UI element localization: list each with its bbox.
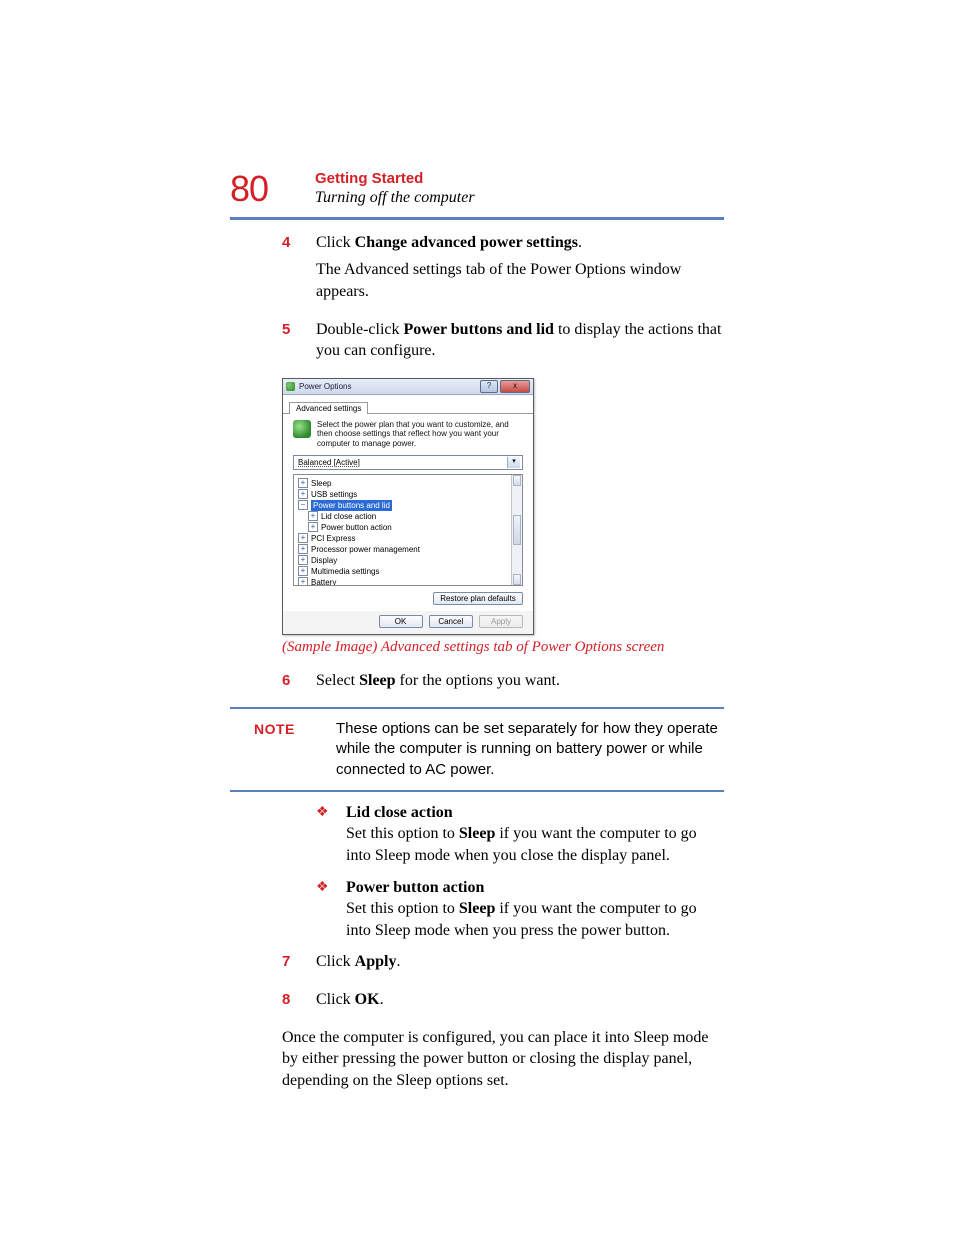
text: for the options you want. bbox=[396, 672, 560, 689]
tab-advanced-settings[interactable]: Advanced settings bbox=[289, 402, 368, 414]
text-bold: Apply bbox=[355, 953, 397, 970]
bullet-title: Power button action bbox=[346, 879, 484, 896]
tree-item[interactable]: Power button action bbox=[321, 522, 392, 533]
close-button[interactable]: x bbox=[500, 380, 530, 393]
step-6: 6 Select Sleep for the options you want. bbox=[282, 670, 724, 698]
step-8: 8 Click OK. bbox=[282, 989, 724, 1017]
battery-icon bbox=[293, 420, 311, 438]
tree-item[interactable]: Processor power management bbox=[311, 544, 420, 555]
collapse-icon[interactable]: − bbox=[298, 500, 308, 510]
plan-dropdown[interactable]: Balanced [Active] ▾ bbox=[293, 455, 523, 470]
expand-icon[interactable]: + bbox=[308, 522, 318, 532]
diamond-icon: ❖ bbox=[316, 877, 346, 942]
tree-item[interactable]: Lid close action bbox=[321, 511, 376, 522]
text: Set this option to bbox=[346, 825, 459, 842]
settings-tree[interactable]: +Sleep +USB settings −Power buttons and … bbox=[293, 474, 523, 586]
divider bbox=[230, 790, 724, 792]
step-4: 4 Click Change advanced power settings. … bbox=[282, 232, 724, 309]
text: The Advanced settings tab of the Power O… bbox=[316, 259, 724, 302]
text: Click bbox=[316, 953, 355, 970]
cancel-button[interactable]: Cancel bbox=[429, 615, 473, 628]
expand-icon[interactable]: + bbox=[298, 566, 308, 576]
plan-selected: Balanced [Active] bbox=[298, 458, 507, 467]
divider bbox=[230, 217, 724, 220]
text-bold: OK bbox=[355, 991, 380, 1008]
text: . bbox=[396, 953, 400, 970]
closing-paragraph: Once the computer is configured, you can… bbox=[282, 1027, 724, 1092]
diamond-icon: ❖ bbox=[316, 802, 346, 867]
expand-icon[interactable]: + bbox=[308, 511, 318, 521]
dialog-window: Power Options ? x Advanced settings Sele… bbox=[282, 378, 534, 635]
tree-item-selected[interactable]: Power buttons and lid bbox=[311, 500, 392, 511]
step-number: 4 bbox=[282, 232, 316, 309]
dialog-description: Select the power plan that you want to c… bbox=[317, 420, 523, 449]
scrollbar-thumb[interactable] bbox=[513, 515, 521, 545]
bullet-lid-close: ❖ Lid close action Set this option to Sl… bbox=[316, 802, 724, 867]
power-icon bbox=[286, 382, 295, 391]
expand-icon[interactable]: + bbox=[298, 478, 308, 488]
text-bold: Power buttons and lid bbox=[404, 321, 554, 338]
step-number: 8 bbox=[282, 989, 316, 1017]
tree-item[interactable]: Sleep bbox=[311, 478, 331, 489]
step-number: 5 bbox=[282, 319, 316, 368]
figure-caption: (Sample Image) Advanced settings tab of … bbox=[282, 639, 724, 656]
section-title: Turning off the computer bbox=[315, 188, 724, 209]
tree-item[interactable]: Display bbox=[311, 555, 337, 566]
step-7: 7 Click Apply. bbox=[282, 951, 724, 979]
dialog-titlebar: Power Options ? x bbox=[283, 379, 533, 395]
text-bold: Sleep bbox=[359, 672, 395, 689]
note-text: These options can be set separately for … bbox=[336, 719, 724, 780]
text-bold: Sleep bbox=[459, 825, 495, 842]
tree-item[interactable]: USB settings bbox=[311, 489, 357, 500]
help-button[interactable]: ? bbox=[480, 380, 498, 393]
scrollbar[interactable] bbox=[511, 475, 522, 585]
figure-power-options-dialog: Power Options ? x Advanced settings Sele… bbox=[282, 378, 724, 635]
page-number: 80 bbox=[230, 168, 268, 210]
text: . bbox=[380, 991, 384, 1008]
expand-icon[interactable]: + bbox=[298, 555, 308, 565]
expand-icon[interactable]: + bbox=[298, 489, 308, 499]
bullet-power-button: ❖ Power button action Set this option to… bbox=[316, 877, 724, 942]
dialog-title: Power Options bbox=[299, 382, 478, 391]
divider bbox=[230, 707, 724, 709]
text-bold: Sleep bbox=[459, 900, 495, 917]
expand-icon[interactable]: + bbox=[298, 544, 308, 554]
restore-defaults-button[interactable]: Restore plan defaults bbox=[433, 592, 523, 605]
step-number: 7 bbox=[282, 951, 316, 979]
text: Click bbox=[316, 234, 355, 251]
tree-item[interactable]: PCI Express bbox=[311, 533, 355, 544]
tree-item[interactable]: Multimedia settings bbox=[311, 566, 379, 577]
expand-icon[interactable]: + bbox=[298, 533, 308, 543]
text: Click bbox=[316, 991, 355, 1008]
chevron-down-icon: ▾ bbox=[507, 457, 520, 468]
note-label: NOTE bbox=[230, 719, 336, 737]
bullet-title: Lid close action bbox=[346, 804, 453, 821]
text-bold: Change advanced power settings bbox=[355, 234, 578, 251]
tree-item[interactable]: Battery bbox=[311, 577, 336, 586]
expand-icon[interactable]: + bbox=[298, 577, 308, 586]
text: Select bbox=[316, 672, 359, 689]
apply-button[interactable]: Apply bbox=[479, 615, 523, 628]
step-number: 6 bbox=[282, 670, 316, 698]
chapter-title: Getting Started bbox=[315, 170, 724, 188]
note-block: NOTE These options can be set separately… bbox=[230, 719, 724, 780]
text: Double-click bbox=[316, 321, 404, 338]
text: Set this option to bbox=[346, 900, 459, 917]
text: . bbox=[578, 234, 582, 251]
ok-button[interactable]: OK bbox=[379, 615, 423, 628]
step-5: 5 Double-click Power buttons and lid to … bbox=[282, 319, 724, 368]
